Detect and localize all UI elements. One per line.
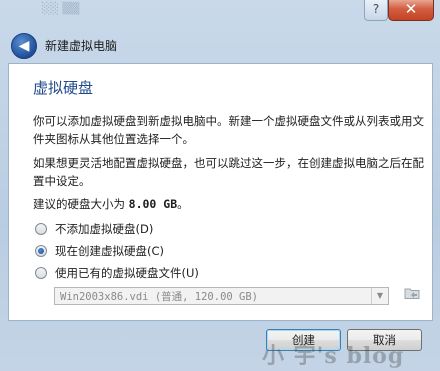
close-button[interactable]: ✕: [388, 0, 434, 21]
back-arrow-icon[interactable]: ◀: [11, 33, 37, 59]
skip-hint-paragraph: 如果想更灵活地配置虚拟硬盘，也可以跳过这一步，在创建虚拟电脑之后在配置中设定。: [33, 156, 424, 188]
option-existing-disk[interactable]: 使用已有的虚拟硬盘文件(U): [35, 264, 199, 282]
radio-no-disk[interactable]: [35, 223, 47, 235]
page-heading: 虚拟硬盘: [33, 79, 94, 97]
existing-disk-select[interactable]: Win2003x86.vdi (普通, 120.00 GB) ▼: [54, 287, 389, 305]
help-button[interactable]: ?: [364, 0, 388, 21]
option-no-disk-label: 不添加虚拟硬盘(D): [55, 222, 154, 236]
recommended-size-prefix: 建议的硬盘大小为: [33, 197, 129, 211]
recommended-size-value: 8.00 GB: [128, 197, 178, 211]
option-create-disk[interactable]: 现在创建虚拟硬盘(C): [35, 242, 164, 260]
description-paragraph: 你可以添加虚拟硬盘到新虚拟电脑中。新建一个虚拟硬盘文件或从列表或用文件夹图标从其…: [33, 114, 424, 146]
recommended-size-suffix: 。: [177, 197, 189, 211]
watermark-logo: 小 宇's blog: [262, 343, 405, 369]
option-no-disk[interactable]: 不添加虚拟硬盘(D): [35, 220, 153, 238]
recommended-size-text: 建议的硬盘大小为 8.00 GB。: [33, 195, 425, 213]
chevron-down-icon[interactable]: ▼: [371, 288, 388, 304]
option-existing-disk-label: 使用已有的虚拟硬盘文件(U): [55, 266, 199, 280]
wizard-page: 虚拟硬盘 你可以添加虚拟硬盘到新虚拟电脑中。新建一个虚拟硬盘文件或从列表或用文件…: [8, 63, 433, 321]
existing-disk-select-value: Win2003x86.vdi (普通, 120.00 GB): [60, 291, 259, 303]
dialog-window: ░░ ▒▒ ? ✕ ◀ 新建虚拟电脑 虚拟硬盘 你可以添加虚拟硬盘到新虚拟电脑中…: [0, 0, 440, 371]
radio-create-disk[interactable]: [35, 245, 47, 257]
folder-icon: [404, 288, 420, 299]
window-title: 新建虚拟电脑: [45, 39, 118, 53]
background-text: ░░ ▒▒: [42, 2, 80, 15]
option-create-disk-label: 现在创建虚拟硬盘(C): [55, 244, 165, 258]
radio-existing-disk[interactable]: [35, 267, 47, 279]
folder-browse-icon[interactable]: [402, 286, 422, 306]
